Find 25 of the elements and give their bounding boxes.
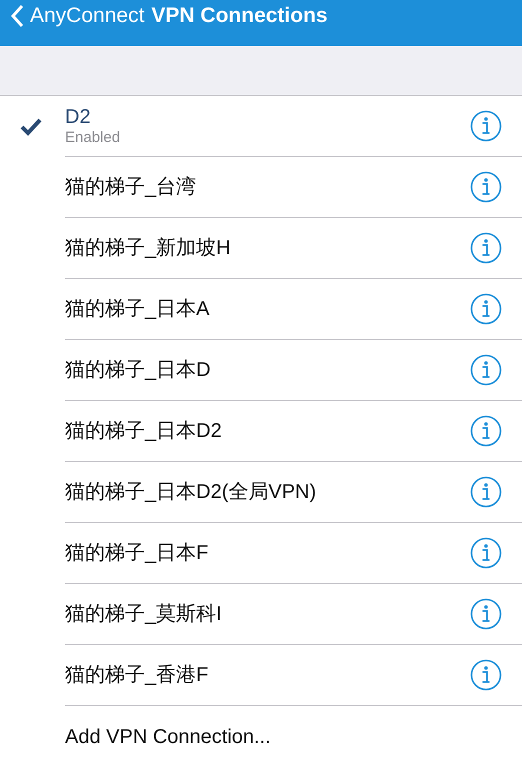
connection-name[interactable]: 猫的梯子_日本D2 [65,419,470,443]
add-connection-link[interactable]: Add VPN Connection... [65,722,271,752]
info-icon[interactable] [470,171,502,203]
info-icon[interactable] [470,537,502,569]
info-icon[interactable] [470,415,502,447]
screen-title: VPN Connections [150,3,328,29]
connection-name[interactable]: 猫的梯子_莫斯科I [65,602,470,626]
connection-name[interactable]: 猫的梯子_日本F [65,541,470,565]
connection-name[interactable]: D2 [65,105,470,129]
connection-name[interactable]: 猫的梯子_日本D2(全局VPN) [65,480,470,504]
connection-name[interactable]: 猫的梯子_台湾 [65,175,470,199]
connection-name[interactable]: 猫的梯子_日本D [65,358,470,382]
info-icon[interactable] [470,110,502,142]
connection-name[interactable]: 猫的梯子_新加坡H [65,236,470,260]
info-icon[interactable] [470,354,502,386]
connection-name[interactable]: 猫的梯子_日本A [65,297,470,321]
connection-name[interactable]: 猫的梯子_香港F [65,663,470,687]
info-icon[interactable] [470,659,502,691]
info-icon[interactable] [470,293,502,325]
info-icon[interactable] [470,476,502,508]
back-button[interactable]: AnyConnect [10,0,144,30]
status-label: Enabled [65,129,122,147]
back-icon [10,4,24,28]
info-icon[interactable] [470,598,502,630]
info-icon[interactable] [470,232,502,264]
